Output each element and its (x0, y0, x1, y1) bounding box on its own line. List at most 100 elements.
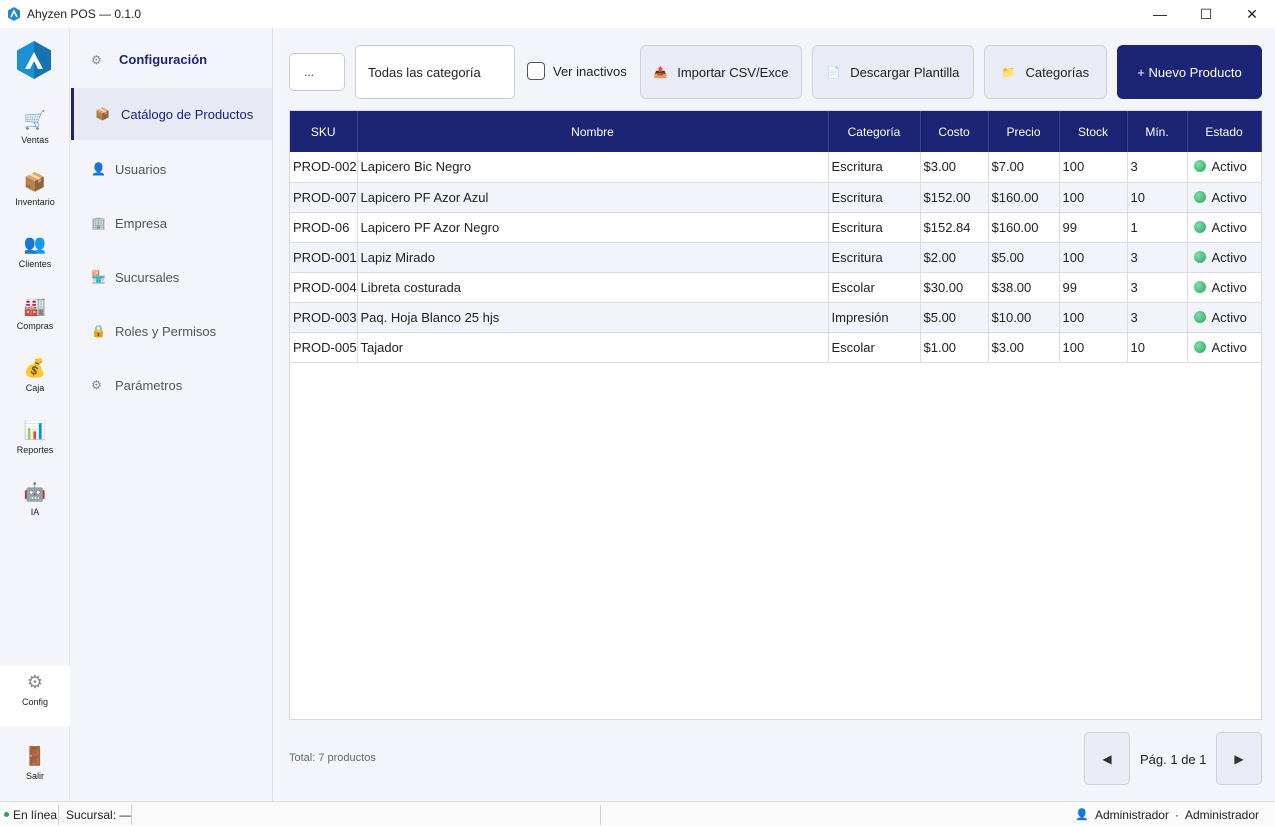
cell-costo: $3.00 (920, 152, 989, 183)
cell-costo: $1.00 (920, 332, 989, 363)
nav-inventario[interactable]: 📦 Inventario (0, 166, 70, 222)
categories-label: Categorías (1025, 64, 1090, 80)
cell-categoria: Escritura (828, 182, 921, 213)
cell-min: 3 (1127, 152, 1188, 183)
subnav-item-empresa[interactable]: 🏢 Empresa (71, 197, 272, 249)
user-icon: 👤 (1075, 809, 1089, 821)
import-csv-button[interactable]: 📤 Importar CSV/Exce (640, 45, 802, 99)
status-dot-icon (1193, 190, 1206, 203)
maximize-button[interactable]: ☐ (1183, 0, 1229, 28)
subnav-item-usuarios[interactable]: 👤 Usuarios (71, 143, 272, 195)
nav-caja[interactable]: 💰 Caja (0, 352, 70, 408)
column-header-categoria[interactable]: Categoría (828, 111, 921, 152)
connection-status: En línea (4, 802, 57, 826)
subnav-item-parametros[interactable]: ⚙ Parámetros (71, 359, 272, 411)
user-role: Administrador (1184, 807, 1259, 822)
nav-ventas[interactable]: 🛒 Ventas (0, 104, 70, 160)
window-title: Ahyzen POS — 0.1.0 (27, 7, 142, 21)
nav-label: Inventario (15, 197, 55, 207)
cell-categoria: Escolar (828, 272, 921, 303)
cell-sku: PROD-005 (290, 332, 358, 363)
cell-sku: PROD-06 (290, 212, 358, 243)
nav-label: Compras (16, 321, 54, 331)
folder-icon: 📁 (1001, 66, 1016, 79)
new-product-button[interactable]: + Nuevo Producto (1117, 45, 1262, 99)
title-bar: Ahyzen POS — 0.1.0 — ☐ ✕ (0, 0, 1275, 28)
cell-costo: $2.00 (920, 242, 989, 273)
window-controls: — ☐ ✕ (1137, 0, 1275, 28)
subnav-item-catalogo[interactable]: 📦 Catálogo de Productos (71, 88, 272, 140)
download-template-button[interactable]: 📄 Descargar Plantilla (812, 45, 974, 99)
prev-page-button[interactable]: ◀ (1084, 732, 1130, 785)
gear-icon: ⚙ (91, 52, 102, 67)
nav-label: Caja (25, 383, 45, 393)
nav-reportes[interactable]: 📊 Reportes (0, 414, 70, 470)
table-row[interactable]: PROD-007 Lapicero PF Azor Azul Escritura… (290, 182, 1262, 213)
document-icon: 📄 (826, 66, 841, 79)
bar-chart-icon: 📊 (23, 419, 47, 440)
table-row[interactable]: PROD-004 Libreta costurada Escolar $30.0… (290, 272, 1262, 303)
status-divider (600, 805, 601, 825)
column-header-stock[interactable]: Stock (1059, 111, 1128, 152)
app-logo-icon (7, 7, 21, 21)
status-label: Activo (1211, 189, 1247, 205)
robot-icon: 🤖 (23, 481, 47, 502)
nav-config[interactable]: ⚙ Config (0, 666, 70, 726)
subnav-item-label: Roles y Permisos (115, 323, 217, 339)
cell-stock: 99 (1059, 212, 1128, 243)
category-select[interactable]: Todas las categoría (355, 45, 515, 99)
products-table: SKU Nombre Categoría Costo Precio Stock … (289, 110, 1262, 720)
column-header-sku[interactable]: SKU (290, 111, 358, 152)
column-header-estado[interactable]: Estado (1187, 111, 1262, 152)
cell-sku: PROD-001 (290, 242, 358, 273)
nav-ia[interactable]: 🤖 IA (0, 476, 70, 532)
cell-sku: PROD-002 (290, 152, 358, 183)
subnav-item-label: Sucursales (115, 269, 180, 285)
column-header-costo[interactable]: Costo (920, 111, 989, 152)
cell-precio: $38.00 (988, 272, 1060, 303)
column-header-precio[interactable]: Precio (988, 111, 1060, 152)
column-header-nombre[interactable]: Nombre (357, 111, 829, 152)
cell-costo: $30.00 (920, 272, 989, 303)
building-icon: 🏢 (91, 216, 106, 230)
table-row[interactable]: PROD-001 Lapiz Mirado Escritura $2.00 $5… (290, 242, 1262, 273)
factory-icon: 🏭 (23, 295, 47, 316)
subnav-item-label: Catálogo de Productos (121, 106, 254, 122)
nav-clientes[interactable]: 👥 Clientes (0, 228, 70, 284)
show-inactive-checkbox[interactable] (527, 62, 545, 80)
cell-precio: $160.00 (988, 212, 1060, 243)
gear-icon: ⚙ (26, 671, 44, 692)
table-row[interactable]: PROD-003 Paq. Hoja Blanco 25 hjs Impresi… (290, 302, 1262, 333)
nav-salir[interactable]: 🚪 Salir (0, 740, 70, 796)
table-row[interactable]: PROD-06 Lapicero PF Azor Negro Escritura… (290, 212, 1262, 243)
subnav-item-roles[interactable]: 🔒 Roles y Permisos (71, 305, 272, 357)
close-button[interactable]: ✕ (1229, 0, 1275, 28)
cell-min: 10 (1127, 182, 1188, 213)
cell-min: 10 (1127, 332, 1188, 363)
subnav-item-sucursales[interactable]: 🏪 Sucursales (71, 251, 272, 303)
cell-nombre: Tajador (357, 332, 829, 363)
door-icon: 🚪 (23, 745, 47, 766)
table-row[interactable]: PROD-005 Tajador Escolar $1.00 $3.00 100… (290, 332, 1262, 363)
user-name: Administrador (1094, 807, 1169, 822)
status-divider (58, 805, 59, 825)
subnav-title: Configuración (119, 52, 208, 67)
status-label: Activo (1211, 279, 1247, 295)
show-inactive-toggle[interactable]: Ver inactivos (527, 62, 627, 80)
status-divider (131, 805, 132, 825)
lock-icon: 🔒 (91, 324, 106, 338)
status-dot-icon (1193, 310, 1206, 323)
cell-min: 3 (1127, 272, 1188, 303)
categories-button[interactable]: 📁 Categorías (984, 45, 1107, 99)
search-input[interactable]: ... (289, 53, 345, 91)
status-dot-icon (1193, 220, 1206, 233)
store-icon: 🏪 (91, 270, 106, 284)
table-row[interactable]: PROD-002 Lapicero Bic Negro Escritura $3… (290, 152, 1262, 183)
column-header-min[interactable]: Mín. (1127, 111, 1188, 152)
next-page-button[interactable]: ▶ (1216, 732, 1262, 785)
cell-nombre: Lapicero Bic Negro (357, 152, 829, 183)
minimize-button[interactable]: — (1137, 0, 1183, 28)
nav-compras[interactable]: 🏭 Compras (0, 290, 70, 346)
nav-label: IA (30, 507, 40, 517)
user-icon: 👤 (91, 162, 106, 176)
